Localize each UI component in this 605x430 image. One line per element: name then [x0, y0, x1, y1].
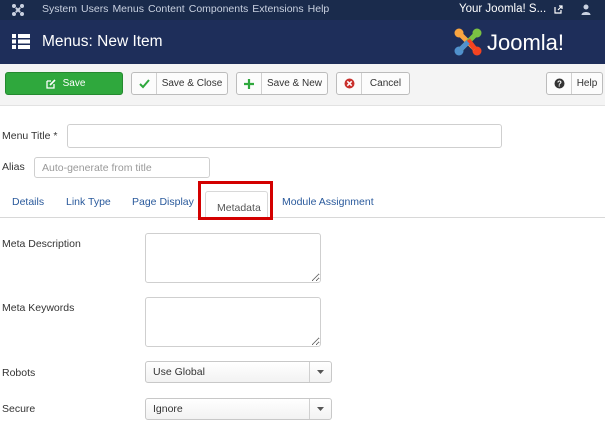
cancel-label: Cancel	[369, 78, 402, 89]
help-label: Help	[576, 78, 598, 89]
alias-input[interactable]: Auto-generate from title	[34, 157, 210, 178]
robots-label: Robots	[2, 367, 36, 379]
meta-description-textarea[interactable]	[145, 233, 321, 283]
robots-select[interactable]: Use Global	[145, 361, 332, 383]
menu-title-label: Menu Title *	[2, 130, 58, 142]
external-link-icon	[554, 5, 563, 14]
menu-system[interactable]: System	[42, 3, 77, 15]
robots-value: Use Global	[153, 366, 205, 378]
tab-link-type[interactable]: Link Type	[66, 196, 111, 208]
cancel-icon	[337, 73, 362, 94]
menu-components[interactable]: Components	[189, 3, 249, 15]
menu-menus[interactable]: Menus	[112, 3, 144, 15]
joomla-logo: Joomla!	[454, 28, 564, 56]
meta-description-label: Meta Description	[2, 238, 81, 250]
site-name-link[interactable]: Your Joomla! S...	[459, 3, 546, 15]
menu-content[interactable]: Content	[148, 3, 185, 15]
save-new-label: Save & New	[266, 78, 323, 89]
plus-icon	[237, 73, 262, 94]
top-menu-bar: System Users Menus Content Components Ex…	[0, 0, 605, 20]
user-icon[interactable]	[581, 4, 591, 15]
list-icon	[12, 34, 30, 49]
save-close-button[interactable]: Save & Close	[131, 72, 228, 95]
tab-details[interactable]: Details	[12, 196, 44, 208]
edit-icon	[43, 73, 59, 94]
save-new-button[interactable]: Save & New	[236, 72, 328, 95]
secure-value: Ignore	[153, 403, 183, 415]
tab-bar: Details Link Type Page Display Module As…	[0, 186, 605, 218]
top-menu: System Users Menus Content Components Ex…	[42, 3, 333, 15]
tab-page-display[interactable]: Page Display	[132, 196, 194, 208]
save-button[interactable]: Save	[5, 72, 123, 95]
caret-down-icon	[309, 399, 331, 419]
save-label: Save	[62, 78, 86, 89]
svg-text:?: ?	[557, 80, 562, 89]
alias-placeholder: Auto-generate from title	[42, 162, 152, 174]
toolbar: Save Save & Close Save & New Cancel ? He…	[0, 64, 605, 106]
svg-text:Joomla!: Joomla!	[487, 30, 564, 55]
save-close-label: Save & Close	[161, 78, 223, 89]
caret-down-icon	[309, 362, 331, 382]
secure-label: Secure	[2, 403, 36, 415]
menu-title-input[interactable]	[67, 124, 502, 148]
highlight-box	[198, 181, 273, 220]
page-title: Menus: New Item	[42, 33, 163, 50]
question-icon: ?	[547, 73, 572, 94]
page-header: Menus: New Item Joomla!	[0, 20, 605, 64]
secure-select[interactable]: Ignore	[145, 398, 332, 420]
help-button[interactable]: ? Help	[546, 72, 603, 95]
menu-extensions[interactable]: Extensions	[252, 3, 303, 15]
meta-keywords-label: Meta Keywords	[2, 302, 75, 314]
menu-users[interactable]: Users	[81, 3, 108, 15]
alias-label: Alias	[2, 161, 25, 173]
tab-module-assignment[interactable]: Module Assignment	[282, 196, 374, 208]
meta-keywords-textarea[interactable]	[145, 297, 321, 347]
check-icon	[132, 73, 157, 94]
joomla-icon[interactable]	[11, 3, 25, 17]
cancel-button[interactable]: Cancel	[336, 72, 410, 95]
menu-help[interactable]: Help	[308, 3, 330, 15]
